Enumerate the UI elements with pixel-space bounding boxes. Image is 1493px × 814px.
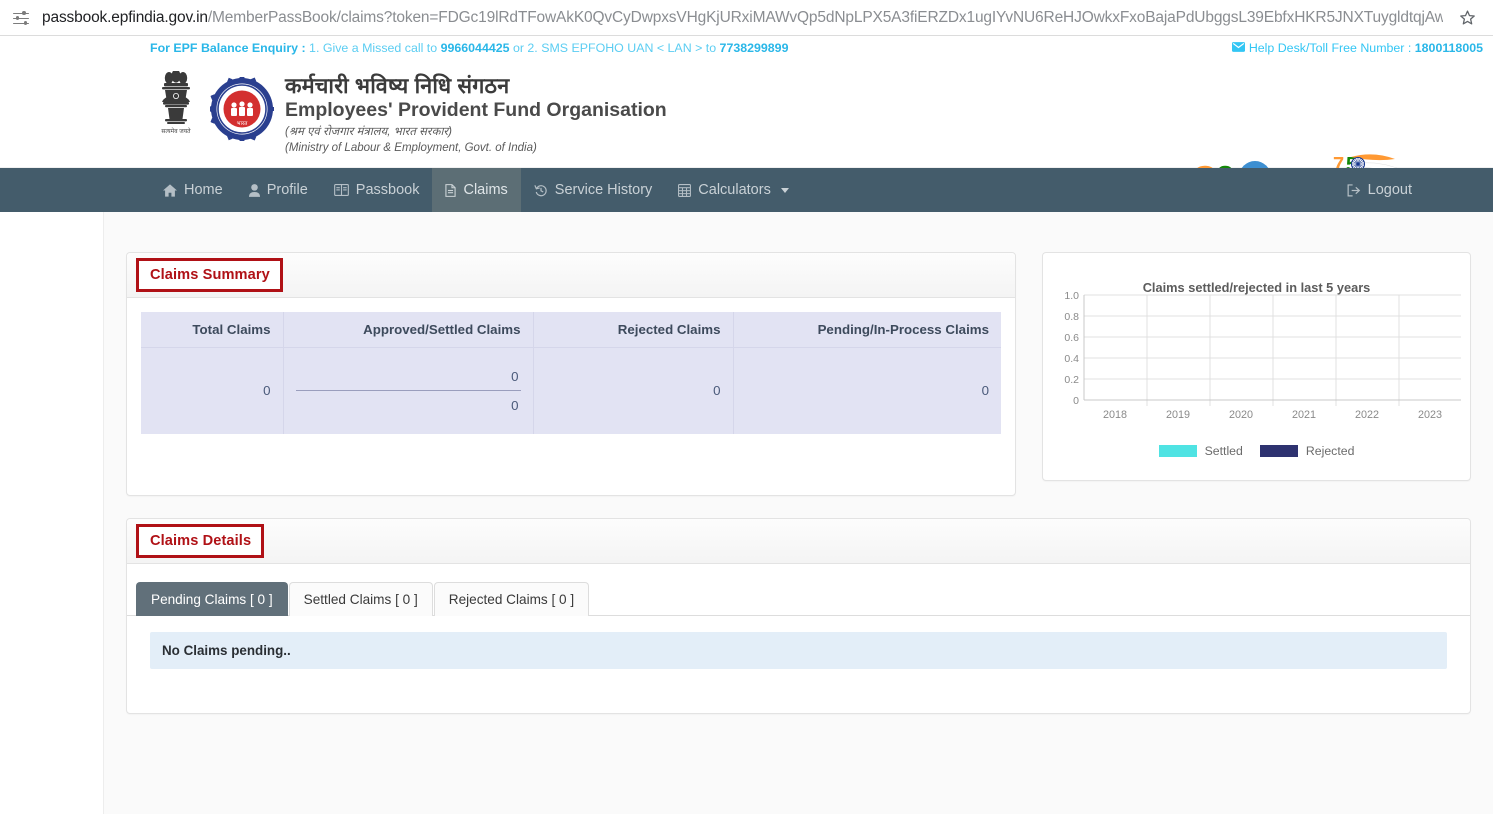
approved-settled-numerator: 0: [511, 369, 519, 384]
book-icon: [333, 184, 349, 196]
chevron-down-icon: [780, 187, 789, 193]
cell-pending-claims: 0: [733, 347, 1001, 434]
no-claims-message: No Claims pending..: [150, 632, 1447, 669]
tab-pending-claims[interactable]: Pending Claims [ 0 ]: [136, 582, 288, 616]
svg-text:भारत: भारत: [237, 121, 249, 127]
cell-rejected-claims: 0: [533, 347, 734, 434]
claims-details-tabs: Pending Claims [ 0 ] Settled Claims [ 0 …: [127, 564, 1470, 616]
y-tick-0.2: 0.2: [1064, 374, 1079, 386]
nav-label-calculators: Calculators: [698, 182, 771, 198]
y-tick-0: 0: [1073, 395, 1079, 407]
site-header: सत्यमेव जयते भारत कर्मचारी भविष्य निधि स…: [0, 61, 1493, 216]
table-header-row: Total Claims Approved/Settled Claims Rej…: [141, 312, 1001, 348]
helpdesk-label: Help Desk/Toll Free Number :: [1248, 41, 1415, 55]
nav-item-service-history[interactable]: Service History: [521, 168, 666, 212]
legend-swatch-settled: [1158, 445, 1197, 457]
y-tick-0.8: 0.8: [1064, 311, 1079, 323]
subtitle-english: (Ministry of Labour & Employment, Govt. …: [285, 142, 537, 154]
epf-balance-enquiry: For EPF Balance Enquiry : 1. Give a Miss…: [150, 36, 788, 61]
home-icon: [163, 183, 177, 197]
india-emblem-icon: सत्यमेव जयते: [153, 69, 199, 153]
cell-approved-settled: 0 0: [283, 347, 534, 434]
x-tick-2018: 2018: [1103, 409, 1127, 421]
column-header-pending: Pending/In-Process Claims: [733, 312, 1001, 348]
page-body: Claims Summary Total Claims Approved/Set…: [0, 212, 1493, 814]
subtitle-hindi: (श्रम एवं रोजगार मंत्रालय, भारत सरकार): [285, 126, 452, 138]
legend-item-rejected: Rejected: [1259, 444, 1355, 458]
y-tick-0.4: 0.4: [1064, 353, 1079, 365]
nav-item-home[interactable]: Home: [150, 168, 236, 212]
nav-item-calculators[interactable]: Calculators: [665, 168, 802, 212]
tab-settled-claims[interactable]: Settled Claims [ 0 ]: [288, 582, 433, 616]
table-row: 0 0 0 0 0: [141, 347, 1001, 434]
tune-icon[interactable]: [12, 9, 30, 27]
emblem-caption: सत्यमेव जयते: [161, 127, 191, 135]
claims-summary-title: Claims Summary: [136, 258, 283, 292]
legend-label-settled: Settled: [1204, 444, 1243, 458]
title-english: Employees' Provident Fund Organisation: [285, 99, 667, 121]
url-path: /MemberPassBook/claims?token=FDGc19lRdTF…: [207, 8, 1443, 26]
info-strip: For EPF Balance Enquiry : 1. Give a Miss…: [0, 36, 1493, 61]
nav-label-home: Home: [184, 182, 223, 198]
claims-bar-chart: 1.0 0.8 0.6 0.4 0.2 0 2018 2019 2020 202…: [1064, 291, 1461, 421]
sms-number: 7738299899: [719, 41, 789, 55]
x-tick-2021: 2021: [1292, 409, 1316, 421]
legend-item-settled: Settled: [1158, 444, 1243, 458]
history-icon: [534, 184, 548, 197]
chart-legend: Settled Rejected: [1043, 444, 1470, 458]
nav-item-passbook[interactable]: Passbook: [321, 168, 433, 212]
y-tick-1.0: 1.0: [1064, 291, 1079, 302]
nav-label-service-history: Service History: [554, 182, 653, 198]
x-tick-2023: 2023: [1418, 409, 1442, 421]
nav-item-profile[interactable]: Profile: [236, 168, 321, 212]
file-icon: [445, 183, 457, 197]
legend-swatch-rejected: [1259, 445, 1298, 457]
star-icon[interactable]: [1453, 4, 1481, 32]
helpdesk-info[interactable]: Help Desk/Toll Free Number : 1800118005: [1231, 36, 1483, 61]
nav-label-profile: Profile: [266, 182, 308, 198]
url-host: passbook.epfindia.gov.in: [42, 8, 208, 26]
x-tick-2019: 2019: [1166, 409, 1190, 421]
main-navigation: Home Profile Passbook Claims Service His: [0, 168, 1493, 212]
logout-icon: [1347, 183, 1361, 197]
epfo-logo-icon: भारत: [208, 75, 274, 143]
nav-item-claims[interactable]: Claims: [432, 168, 521, 212]
x-tick-2020: 2020: [1229, 409, 1253, 421]
claims-details-header: Claims Details: [127, 519, 1470, 564]
column-header-total-claims: Total Claims: [141, 312, 284, 348]
legend-label-rejected: Rejected: [1305, 444, 1355, 458]
column-header-approved-settled: Approved/Settled Claims: [283, 312, 534, 348]
claims-details-title: Claims Details: [136, 524, 265, 558]
claims-summary-card: Claims Summary Total Claims Approved/Set…: [126, 252, 1016, 496]
enquiry-text-1: 1. Give a Missed call to: [305, 41, 441, 55]
cell-total-claims: 0: [141, 347, 284, 434]
browser-address-bar: passbook.epfindia.gov.in/MemberPassBook/…: [0, 0, 1493, 36]
tab-rejected-claims[interactable]: Rejected Claims [ 0 ]: [433, 582, 590, 616]
missed-call-number: 9966044425: [440, 41, 510, 55]
enquiry-label: For EPF Balance Enquiry :: [150, 41, 306, 55]
logout-label: Logout: [1367, 182, 1412, 198]
y-tick-0.6: 0.6: [1064, 332, 1079, 344]
organisation-titles: कर्मचारी भविष्य निधि संगठन Employees' Pr…: [285, 73, 667, 156]
enquiry-text-2: or 2. SMS EPFOHO UAN < LAN > to: [509, 41, 720, 55]
envelope-icon: [1231, 36, 1245, 61]
nav-label-passbook: Passbook: [355, 182, 420, 198]
x-tick-2022: 2022: [1355, 409, 1379, 421]
helpdesk-number: 1800118005: [1414, 41, 1483, 55]
title-hindi: कर्मचारी भविष्य निधि संगठन: [285, 74, 510, 98]
approved-settled-fraction: 0 0: [295, 363, 521, 419]
logout-button[interactable]: Logout: [1334, 182, 1425, 198]
claims-summary-table: Total Claims Approved/Settled Claims Rej…: [141, 312, 1001, 434]
content-column: Claims Summary Total Claims Approved/Set…: [103, 212, 1493, 814]
user-icon: [248, 183, 260, 197]
claims-summary-header: Claims Summary: [127, 253, 1015, 298]
claims-chart-card: Claims settled/rejected in last 5 years: [1042, 252, 1471, 481]
nav-label-claims: Claims: [463, 182, 508, 198]
url-text[interactable]: passbook.epfindia.gov.in/MemberPassBook/…: [42, 0, 1443, 36]
claims-summary-body: Total Claims Approved/Settled Claims Rej…: [127, 298, 1015, 434]
approved-settled-denominator: 0: [511, 397, 519, 413]
calculator-icon: [678, 183, 692, 197]
claims-details-card: Claims Details Pending Claims [ 0 ] Sett…: [126, 518, 1471, 714]
column-header-rejected: Rejected Claims: [533, 312, 734, 348]
